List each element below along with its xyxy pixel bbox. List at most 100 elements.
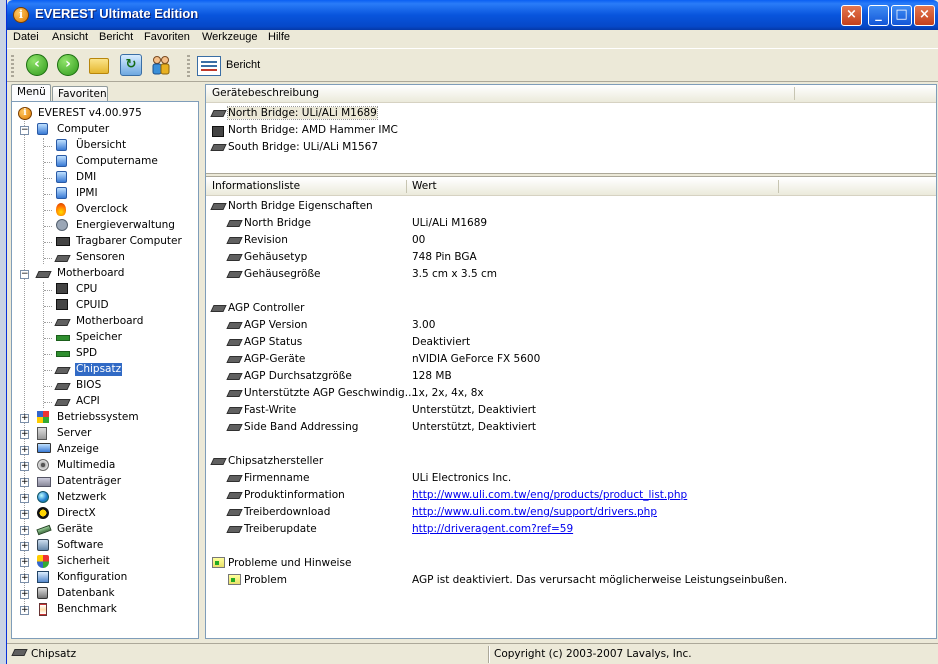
column-header-value[interactable]: Wert	[412, 180, 437, 192]
info-row[interactable]: Problem AGP ist deaktiviert. Das verursa…	[206, 572, 936, 589]
report-button[interactable]: Bericht	[197, 54, 267, 78]
column-separator[interactable]	[794, 87, 795, 100]
info-row[interactable]: Treiberupdate http://driveragent.com?ref…	[206, 521, 936, 538]
everest-app-icon: i	[13, 7, 29, 23]
menu-favoriten[interactable]: Favoriten	[144, 31, 190, 43]
info-row[interactable]: AGP Status Deaktiviert	[206, 334, 936, 351]
menu-bericht[interactable]: Bericht	[99, 31, 133, 43]
acpi-icon	[54, 399, 71, 406]
info-row[interactable]: AGP Version 3.00	[206, 317, 936, 334]
expand-benchmark-button[interactable]: +	[20, 606, 29, 615]
collapse-motherboard-button[interactable]: −	[20, 270, 29, 279]
column-header-device[interactable]: Gerätebeschreibung	[212, 87, 319, 99]
expand-directx-button[interactable]: +	[20, 510, 29, 519]
info-row[interactable]: Produktinformation http://www.uli.com.tw…	[206, 487, 936, 504]
toolbar-grip[interactable]	[11, 55, 14, 77]
details-panel: Gerätebeschreibung North Bridge: ULi/ALi…	[205, 84, 937, 639]
tree-label: Datenbank	[57, 587, 115, 599]
tree-branch	[44, 354, 52, 355]
chipset-icon	[226, 254, 243, 261]
report-icon	[197, 56, 221, 76]
everest-info-icon: i	[18, 107, 32, 120]
shield-icon	[37, 555, 49, 568]
info-row[interactable]: AGP-Geräte nVIDIA GeForce FX 5600	[206, 351, 936, 368]
chipset-icon	[226, 424, 243, 431]
computer-icon	[56, 155, 67, 167]
hourglass-icon	[39, 603, 47, 616]
expand-netzwerk-button[interactable]: +	[20, 494, 29, 503]
device-list-header: Gerätebeschreibung	[206, 85, 936, 103]
status-bar: Chipsatz Copyright (c) 2003-2007 Lavalys…	[7, 643, 938, 664]
toolbar: ‹ › ↻ Bericht	[7, 48, 938, 82]
info-row[interactable]: North Bridge ULi/ALi M1689	[206, 215, 936, 232]
field-label: Firmenname	[244, 472, 310, 484]
pane-splitter[interactable]	[206, 173, 936, 177]
expand-anzeige-button[interactable]: +	[20, 446, 29, 455]
expand-server-button[interactable]: +	[20, 430, 29, 439]
tree-branch	[44, 386, 52, 387]
tree-label: Overclock	[76, 203, 128, 215]
expand-konfiguration-button[interactable]: +	[20, 574, 29, 583]
column-separator[interactable]	[406, 180, 407, 193]
tree-branch	[44, 370, 52, 371]
column-separator[interactable]	[778, 180, 779, 193]
network-globe-icon	[37, 491, 49, 503]
info-row[interactable]: Gehäusegröße 3.5 cm x 3.5 cm	[206, 266, 936, 283]
info-row[interactable]: AGP Durchsatzgröße 128 MB	[206, 368, 936, 385]
tree-label: BIOS	[76, 379, 102, 391]
info-row[interactable]: Side Band Addressing Unterstützt, Deakti…	[206, 419, 936, 436]
forward-arrow-icon[interactable]: ›	[57, 54, 79, 76]
chipset-icon	[226, 322, 243, 329]
expand-datentraeger-button[interactable]: +	[20, 478, 29, 487]
info-row[interactable]: Unterstützte AGP Geschwindig... 1x, 2x, …	[206, 385, 936, 402]
title-bar[interactable]: i EVEREST Ultimate Edition × _ □ ×	[7, 0, 938, 30]
expand-betriebssystem-button[interactable]: +	[20, 414, 29, 423]
back-arrow-icon[interactable]: ‹	[26, 54, 48, 76]
status-selected: Chipsatz	[31, 648, 77, 660]
column-header-field[interactable]: Informationsliste	[212, 180, 300, 192]
tree-label: IPMI	[76, 187, 98, 199]
refresh-icon[interactable]: ↻	[120, 54, 142, 76]
info-row[interactable]: Treiberdownload http://www.uli.com.tw/en…	[206, 504, 936, 521]
toolbar-grip-2[interactable]	[187, 55, 190, 77]
expand-software-button[interactable]: +	[20, 542, 29, 551]
expand-sicherheit-button[interactable]: +	[20, 558, 29, 567]
expand-geraete-button[interactable]: +	[20, 526, 29, 535]
folder-up-icon[interactable]	[89, 58, 109, 74]
tab-menu[interactable]: Menü	[11, 84, 51, 101]
tree-line-root	[24, 116, 25, 614]
menu-datei[interactable]: Datei	[13, 31, 39, 43]
info-row[interactable]: Revision 00	[206, 232, 936, 249]
device-label: South Bridge: ULi/ALi M1567	[228, 141, 379, 153]
close-orange-button[interactable]: ×	[841, 5, 862, 26]
devices-icon	[36, 524, 52, 536]
navigation-tree[interactable]: i EVEREST v4.00.975 − Computer Übersicht…	[11, 101, 199, 639]
tree-branch	[44, 210, 52, 211]
expand-datenbank-button[interactable]: +	[20, 590, 29, 599]
maximize-button[interactable]: □	[891, 5, 912, 26]
tab-favorites[interactable]: Favoriten	[52, 86, 108, 101]
field-value: Unterstützt, Deaktiviert	[412, 404, 537, 416]
motherboard-icon	[35, 271, 52, 278]
driver-download-link[interactable]: http://www.uli.com.tw/eng/support/driver…	[412, 506, 657, 518]
users-icon[interactable]	[150, 54, 172, 76]
tree-label: Speicher	[76, 331, 122, 343]
close-button[interactable]: ×	[914, 5, 935, 26]
collapse-computer-button[interactable]: −	[20, 126, 29, 135]
info-row[interactable]: Gehäusetyp 748 Pin BGA	[206, 249, 936, 266]
menu-ansicht[interactable]: Ansicht	[52, 31, 88, 43]
product-info-link[interactable]: http://www.uli.com.tw/eng/products/produ…	[412, 489, 687, 501]
info-row[interactable]: Firmenname ULi Electronics Inc.	[206, 470, 936, 487]
info-row[interactable]: Fast-Write Unterstützt, Deaktiviert	[206, 402, 936, 419]
tree-label: Sicherheit	[57, 555, 110, 567]
menu-hilfe[interactable]: Hilfe	[268, 31, 290, 43]
driver-update-link[interactable]: http://driveragent.com?ref=59	[412, 523, 573, 535]
field-label: AGP-Geräte	[244, 353, 306, 365]
minimize-button[interactable]: _	[868, 5, 889, 26]
tree-line-motherboard	[43, 282, 44, 408]
database-icon	[37, 587, 48, 599]
menu-werkzeuge[interactable]: Werkzeuge	[202, 31, 257, 43]
expand-multimedia-button[interactable]: +	[20, 462, 29, 471]
device-label: North Bridge: AMD Hammer IMC	[228, 124, 398, 136]
notice-icon	[228, 574, 241, 585]
